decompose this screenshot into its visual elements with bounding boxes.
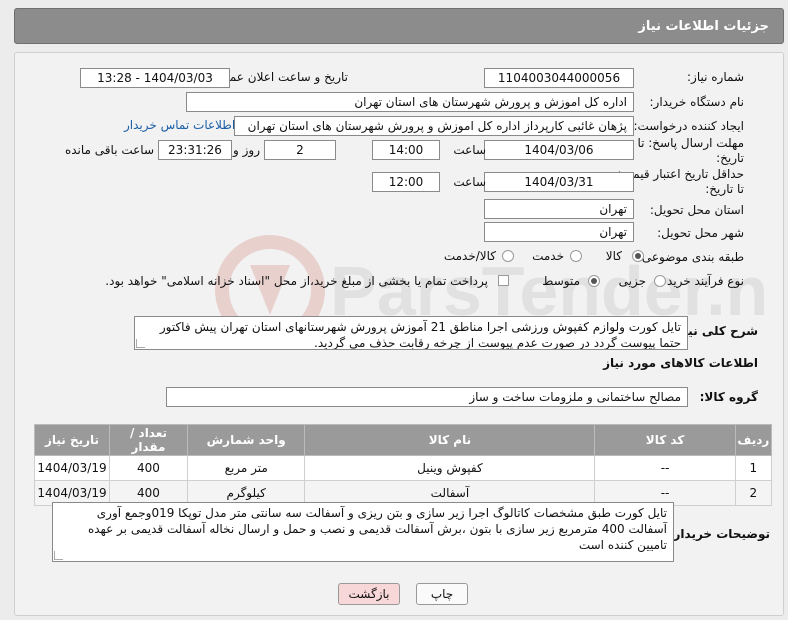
- table-row[interactable]: 1404/03/19 400 متر مربع کفپوش وینیل -- 1: [33, 455, 773, 481]
- cell-row: 2: [734, 480, 773, 506]
- city-label: شهر محل تحویل:: [657, 226, 744, 240]
- creator-label: ایجاد کننده درخواست:: [633, 119, 744, 133]
- buyer-notes-label: توضیحات خریدار:: [668, 527, 770, 541]
- resize-grip-icon[interactable]: [54, 551, 63, 560]
- days-field: 2: [264, 140, 336, 160]
- category-radio-goods[interactable]: [632, 250, 644, 262]
- need-number-field: 1104003044000056: [484, 68, 634, 88]
- category-option-goods: کالا: [605, 249, 622, 263]
- process-radio-medium[interactable]: [588, 275, 600, 287]
- validity-time-field: 12:00: [372, 172, 440, 192]
- need-number-label: شماره نیاز:: [687, 70, 744, 84]
- col-date-header: تاریخ نیاز: [33, 424, 111, 456]
- cell-name: کفپوش وینیل: [304, 455, 596, 481]
- city-field: تهران: [484, 222, 634, 242]
- province-field: تهران: [484, 199, 634, 219]
- buyer-field: اداره کل اموزش و پرورش شهرستان های استان…: [186, 92, 634, 112]
- col-row-header: ردیف: [734, 424, 773, 456]
- goods-group-field: مصالح ساختمانی و ملزومات ساخت و ساز: [166, 387, 688, 407]
- col-code-header: کد کالا: [594, 424, 736, 456]
- deadline-time-field: 14:00: [372, 140, 440, 160]
- goods-section-title: اطلاعات کالاهای مورد نیاز: [603, 356, 758, 370]
- process-radio-minor[interactable]: [654, 275, 666, 287]
- validity-time-label: ساعت: [453, 175, 486, 189]
- col-qty-header: تعداد / مقدار: [109, 424, 188, 456]
- process-label: نوع فرآیند خرید :: [659, 274, 744, 288]
- process-option-minor: جزیی: [618, 274, 646, 288]
- page-title: جزئیات اطلاعات نیاز: [638, 19, 769, 34]
- buyer-notes-textarea: تایل کورت طبق مشخصات کاتالوگ اجرا زیر سا…: [52, 502, 674, 562]
- col-unit-header: واحد شمارش: [186, 424, 306, 456]
- treasury-checkbox[interactable]: [498, 275, 509, 286]
- print-button[interactable]: چاپ: [416, 583, 468, 605]
- payment-note: پرداخت تمام یا بخشی از مبلغ خرید،از محل …: [105, 274, 488, 288]
- table-header-row: تاریخ نیاز تعداد / مقدار واحد شمارش نام …: [33, 424, 773, 456]
- remaining-time-field: 23:31:26: [158, 140, 232, 160]
- back-button[interactable]: بازگشت: [338, 583, 400, 605]
- validity-date-field: 1404/03/31: [484, 172, 634, 192]
- category-radio-goods-service[interactable]: [502, 250, 514, 262]
- remaining-time-label: ساعت باقی مانده: [64, 143, 154, 157]
- category-option-service: خدمت: [532, 249, 564, 263]
- announce-field: 1404/03/03 - 13:28: [80, 68, 230, 88]
- buyer-contact-link[interactable]: اطلاعات تماس خریدار: [124, 118, 235, 132]
- deadline-date-field: 1404/03/06: [484, 140, 634, 160]
- province-label: استان محل تحویل:: [649, 203, 744, 217]
- cell-qty: 400: [109, 455, 188, 481]
- process-option-medium: متوسط: [542, 274, 580, 288]
- category-radio-service[interactable]: [570, 250, 582, 262]
- deadline-label: مهلت ارسال پاسخ: تا تاریخ:: [637, 136, 744, 165]
- category-label: طبقه بندی موضوعی:: [637, 250, 744, 264]
- description-textarea: تایل کورت ولوازم کفپوش ورزشی اجرا مناطق …: [134, 316, 688, 350]
- description-text: تایل کورت ولوازم کفپوش ورزشی اجرا مناطق …: [159, 320, 681, 350]
- cell-date: 1404/03/19: [33, 455, 111, 481]
- days-label: روز و: [233, 143, 260, 157]
- resize-grip-icon[interactable]: [136, 339, 145, 348]
- goods-table: تاریخ نیاز تعداد / مقدار واحد شمارش نام …: [33, 424, 773, 506]
- deadline-time-label: ساعت: [453, 143, 486, 157]
- creator-field: پژهان غائبی کارپرداز اداره کل اموزش و پر…: [234, 116, 634, 136]
- buyer-label: نام دستگاه خریدار:: [649, 95, 745, 109]
- page-header: جزئیات اطلاعات نیاز: [14, 8, 784, 44]
- buyer-notes-text: تایل کورت طبق مشخصات کاتالوگ اجرا زیر سا…: [87, 506, 667, 552]
- goods-group-label: گروه کالا:: [699, 390, 758, 404]
- cell-code: --: [594, 455, 736, 481]
- cell-row: 1: [734, 455, 773, 481]
- category-option-goods-service: کالا/خدمت: [443, 249, 496, 263]
- col-name-header: نام کالا: [304, 424, 596, 456]
- cell-unit: متر مربع: [186, 455, 306, 481]
